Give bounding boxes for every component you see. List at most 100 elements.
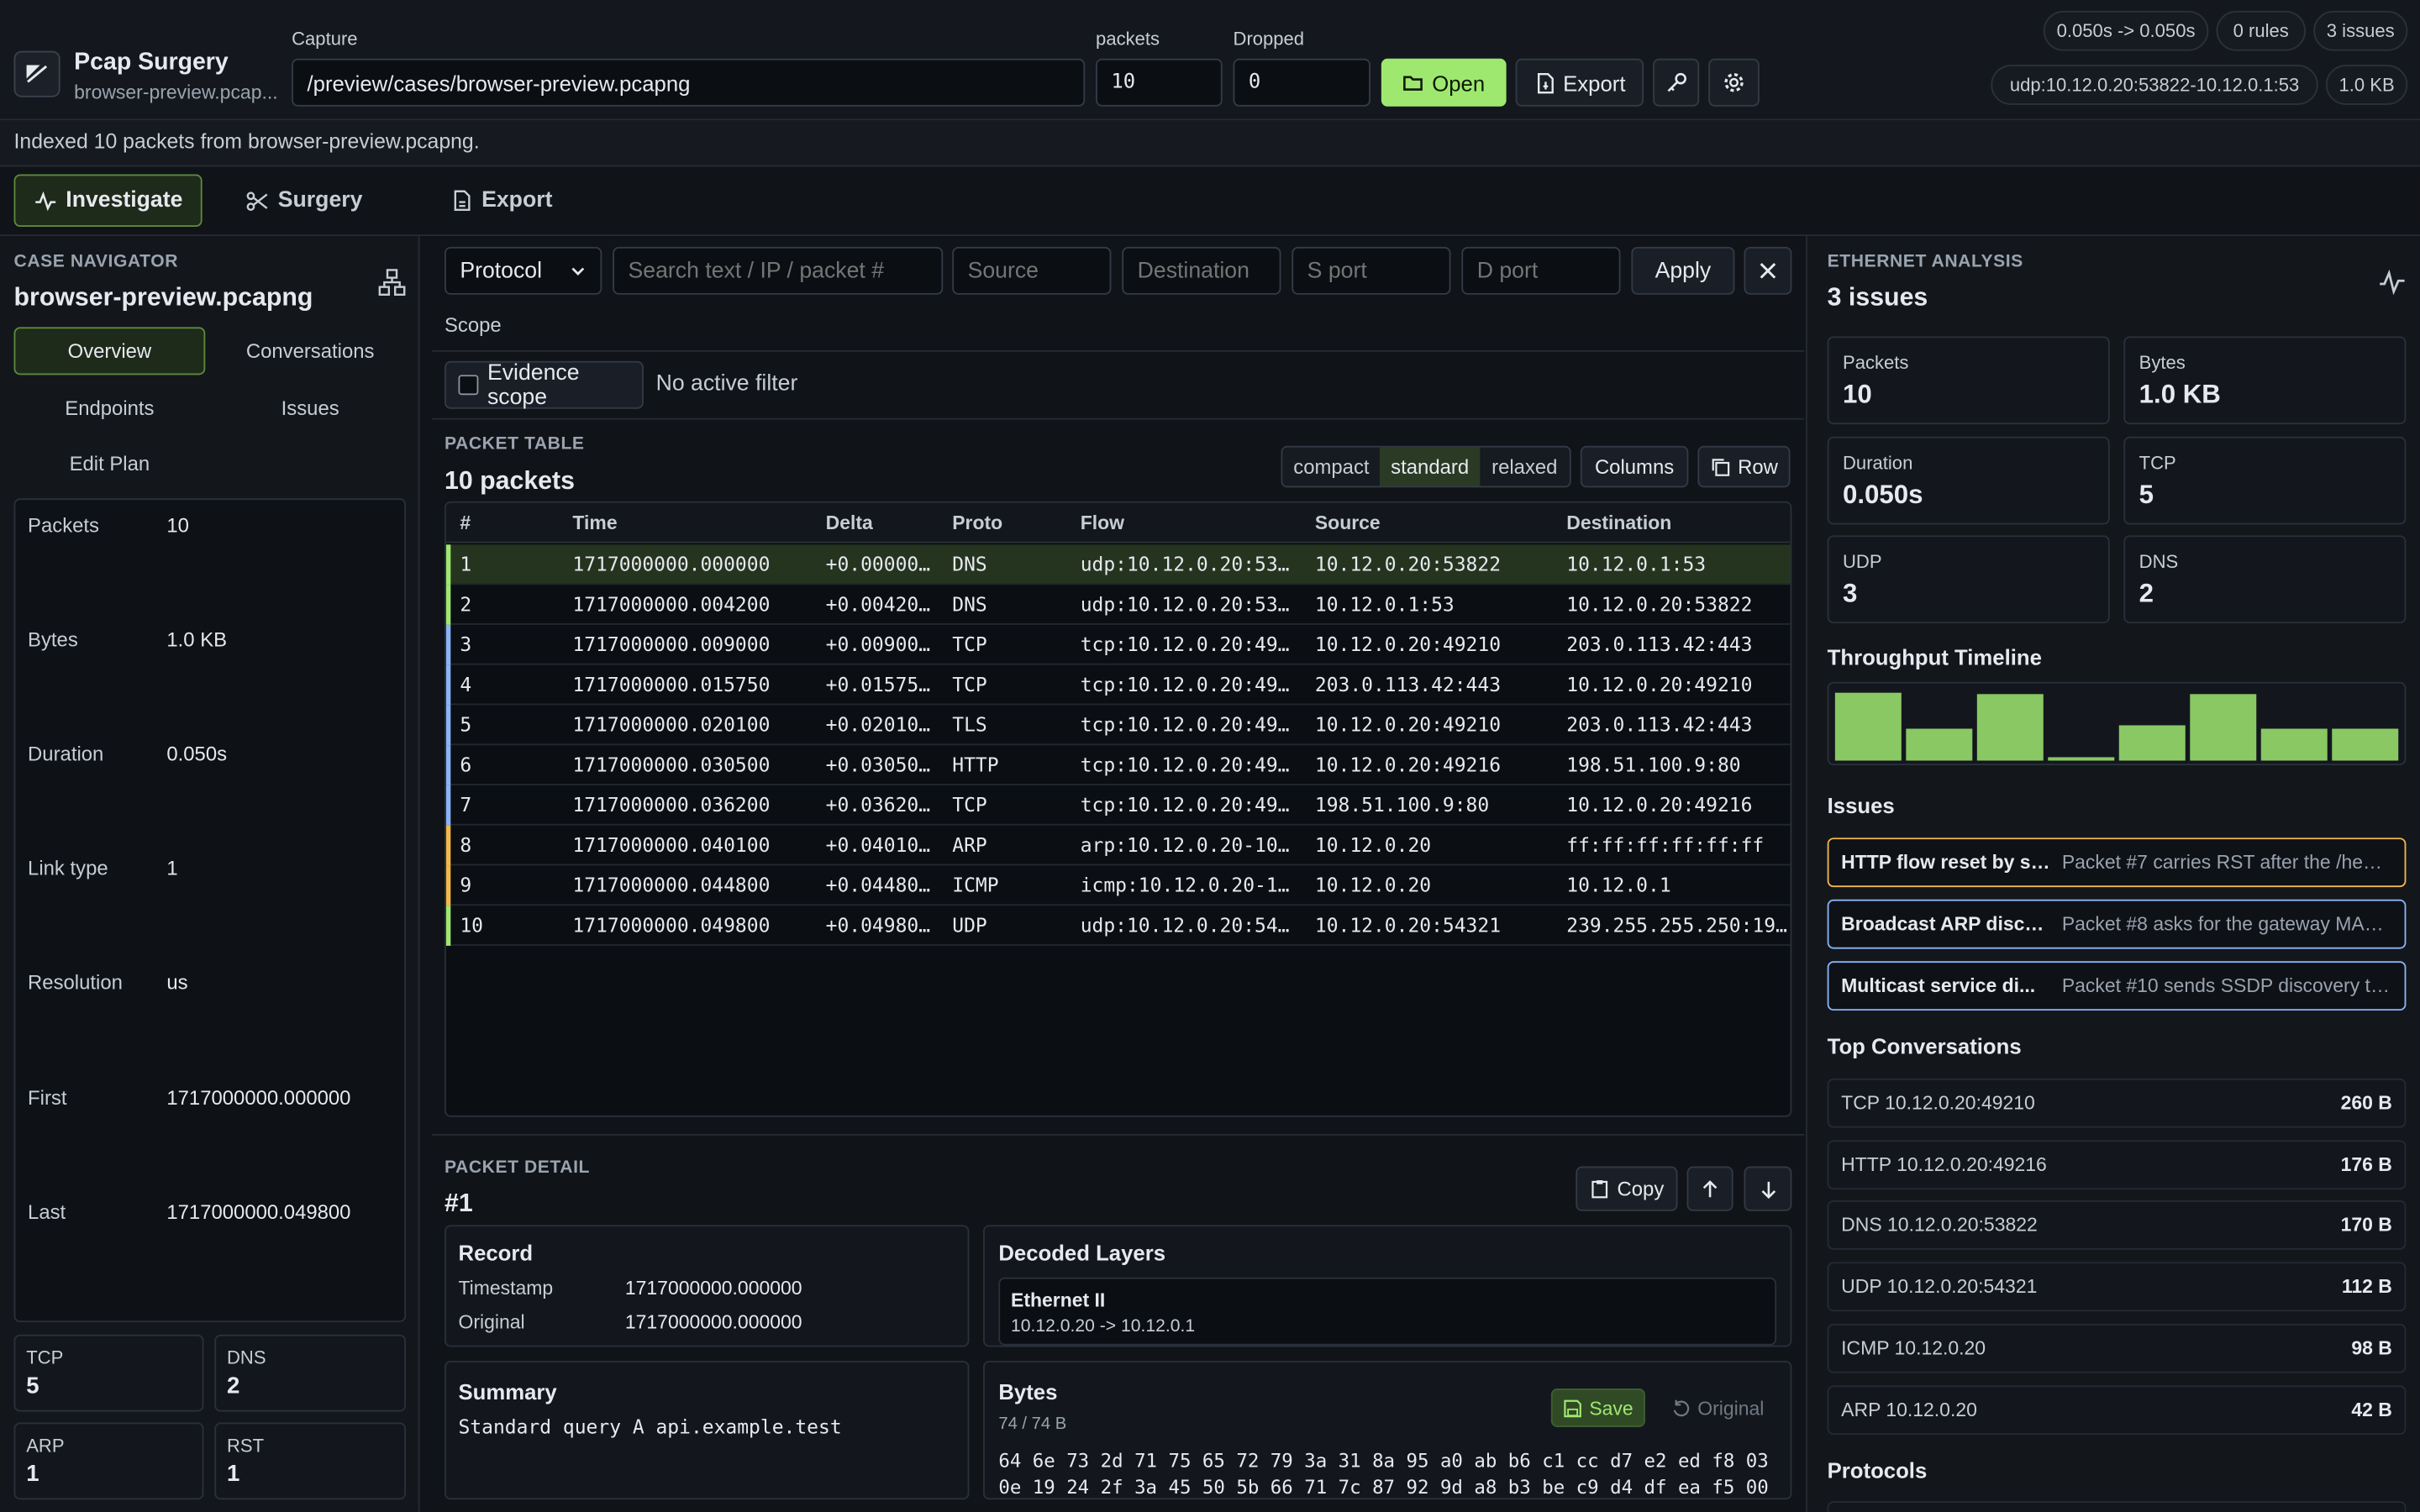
timeline-title: Throughput Timeline bbox=[1827, 644, 2042, 670]
nav-endpoints[interactable]: Endpoints bbox=[14, 384, 206, 432]
nav-overview[interactable]: Overview bbox=[13, 327, 206, 375]
dropped-input[interactable]: 0 bbox=[1233, 58, 1370, 107]
stat-value: 2 bbox=[2139, 578, 2154, 608]
table-row[interactable]: 9 1717000000.044800 +0.04480... ICMP icmp:10… bbox=[445, 865, 1791, 906]
cell-delta: +0.03050... bbox=[825, 753, 937, 776]
table-row[interactable]: 1 1717000000.000000 +0.00000... DNS udp:10.1… bbox=[445, 544, 1791, 585]
save-bytes-label: Save bbox=[1589, 1397, 1634, 1419]
original-bytes-button[interactable]: Original bbox=[1656, 1389, 1780, 1427]
next-packet-button[interactable] bbox=[1744, 1166, 1792, 1211]
export-button[interactable]: Export bbox=[1515, 58, 1644, 107]
table-row[interactable]: 7 1717000000.036200 +0.03620... TCP tcp:10.1… bbox=[445, 785, 1791, 826]
col-delta[interactable]: Delta bbox=[826, 503, 873, 543]
nav-conversations[interactable]: Conversations bbox=[214, 327, 406, 375]
status-message: Indexed 10 packets from browser-preview.… bbox=[13, 129, 480, 153]
conversation-item[interactable]: TCP 10.12.0.20:49210 260 B bbox=[1827, 1078, 2407, 1128]
previous-packet-button[interactable] bbox=[1686, 1166, 1733, 1211]
conversation-item[interactable]: UDP 10.12.0.20:54321 112 B bbox=[1827, 1262, 2407, 1312]
counter-value: 1 bbox=[226, 1461, 240, 1488]
cell-flow: tcp:10.12.0.20:492... bbox=[1080, 793, 1300, 816]
evidence-scope-toggle[interactable]: Evidence scope bbox=[444, 360, 644, 410]
nav-edit-plan[interactable]: Edit Plan bbox=[14, 439, 206, 487]
topology-icon[interactable] bbox=[378, 269, 406, 297]
destination-port-input[interactable] bbox=[1461, 246, 1621, 295]
timeline-bar bbox=[1906, 728, 1973, 761]
col-time[interactable]: Time bbox=[572, 503, 617, 543]
settings-button[interactable] bbox=[1708, 58, 1760, 107]
table-row[interactable]: 5 1717000000.020100 +0.02010... TLS tcp:10.1… bbox=[445, 705, 1791, 746]
conversation-bytes: 170 B bbox=[2340, 1214, 2392, 1236]
app-subtitle: browser-preview.pcap... bbox=[74, 81, 278, 104]
destination-input[interactable] bbox=[1122, 246, 1281, 295]
counter-value: 5 bbox=[26, 1373, 39, 1399]
conversation-item[interactable]: ICMP 10.12.0.20 98 B bbox=[1827, 1323, 2407, 1373]
col-destination[interactable]: Destination bbox=[1566, 503, 1671, 543]
analysis-activity-icon[interactable] bbox=[2378, 269, 2406, 297]
search-input[interactable] bbox=[613, 246, 944, 295]
table-row[interactable]: 2 1717000000.004200 +0.00420... DNS udp:10.1… bbox=[445, 585, 1791, 625]
table-row[interactable]: 10 1717000000.049800 +0.04980... UDP udp:10.… bbox=[445, 906, 1791, 946]
flow-chip: udp:10.12.0.20:53822-10.12.0.1:53 bbox=[1991, 65, 2318, 105]
cell-time: 1717000000.049800 bbox=[572, 913, 771, 937]
density-compact[interactable]: compact bbox=[1282, 448, 1380, 486]
cell-number: 9 bbox=[460, 873, 472, 897]
nav-issues[interactable]: Issues bbox=[214, 384, 406, 432]
packet-table-section-label: PACKET TABLE bbox=[444, 434, 585, 454]
tab-surgery[interactable]: Surgery bbox=[225, 175, 382, 227]
tab-export[interactable]: Export bbox=[432, 175, 571, 227]
layer-value: 10.12.0.20 -> 10.12.0.1 bbox=[1011, 1317, 1196, 1336]
issue-item[interactable]: Multicast service di... Packet #10 sends … bbox=[1827, 961, 2407, 1011]
source-port-input[interactable] bbox=[1292, 246, 1451, 295]
col-source[interactable]: Source bbox=[1315, 503, 1381, 543]
copy-packet-button[interactable]: Copy bbox=[1576, 1166, 1678, 1211]
columns-button[interactable]: Columns bbox=[1580, 445, 1689, 488]
cell-delta: +0.00420... bbox=[825, 592, 937, 616]
open-button[interactable]: Open bbox=[1381, 58, 1507, 107]
col-number[interactable]: # bbox=[460, 503, 471, 543]
issue-item[interactable]: Broadcast ARP discov... Packet #8 asks fo… bbox=[1827, 899, 2407, 949]
conversation-name: ICMP 10.12.0.20 bbox=[1841, 1337, 1986, 1360]
evidence-scope-checkbox[interactable] bbox=[458, 375, 478, 396]
apply-button[interactable]: Apply bbox=[1631, 246, 1735, 295]
table-row[interactable]: 4 1717000000.015750 +0.01575... TCP tcp:10.1… bbox=[445, 664, 1791, 706]
density-relaxed[interactable]: relaxed bbox=[1480, 448, 1570, 486]
app-logo-icon bbox=[13, 50, 60, 97]
conversation-item[interactable]: ARP 10.12.0.20 42 B bbox=[1827, 1385, 2407, 1436]
stat-value: 3 bbox=[1843, 578, 1858, 608]
clear-filter-button[interactable] bbox=[1744, 246, 1792, 295]
table-row[interactable]: 6 1717000000.030500 +0.03050... HTTP tcp:10.… bbox=[445, 745, 1791, 785]
capture-path-input[interactable]: /preview/cases/browser-preview.pcapng bbox=[292, 58, 1086, 107]
density-toggle: compact standard relaxed bbox=[1281, 445, 1571, 488]
cell-number: 10 bbox=[460, 913, 484, 937]
summary-title: Summary bbox=[458, 1379, 557, 1404]
layer-ethernet[interactable]: Ethernet II 10.12.0.20 -> 10.12.0.1 bbox=[998, 1277, 1777, 1346]
stat-key: Duration bbox=[1843, 452, 1913, 474]
cell-delta: +0.02010... bbox=[825, 712, 937, 737]
table-row[interactable]: 8 1717000000.040100 +0.04010... ARP arp:10.1… bbox=[445, 825, 1791, 866]
bytes-count: 74 / 74 B bbox=[998, 1415, 1067, 1434]
col-flow[interactable]: Flow bbox=[1081, 503, 1124, 543]
conversation-name: HTTP 10.12.0.20:49216 bbox=[1841, 1153, 2047, 1176]
export-button-label: Export bbox=[1563, 70, 1626, 95]
protocol-select[interactable]: Protocol bbox=[444, 246, 602, 295]
cell-flow: arp:10.12.0.20-10... bbox=[1080, 832, 1300, 857]
stat-value: 0.050s bbox=[1843, 480, 1923, 510]
cell-time: 1717000000.044800 bbox=[572, 873, 771, 897]
conversation-item[interactable]: DNS 10.12.0.20:53822 170 B bbox=[1827, 1200, 2407, 1250]
density-standard[interactable]: standard bbox=[1380, 447, 1480, 486]
stat-key: TCP bbox=[2139, 452, 2176, 474]
row-button[interactable]: Row bbox=[1697, 445, 1791, 488]
cell-flow: udp:10.12.0.20:543... bbox=[1080, 913, 1300, 937]
conversation-item[interactable]: HTTP 10.12.0.20:49216 176 B bbox=[1827, 1140, 2407, 1190]
tab-investigate[interactable]: Investigate bbox=[13, 174, 203, 227]
stat-key: Bytes bbox=[2139, 351, 2186, 374]
source-input[interactable] bbox=[952, 246, 1112, 295]
col-proto[interactable]: Proto bbox=[952, 503, 1002, 543]
issue-item[interactable]: HTTP flow reset by se... Packet #7 carrie… bbox=[1827, 837, 2407, 888]
packets-input[interactable]: 10 bbox=[1096, 58, 1223, 107]
save-bytes-button[interactable]: Save bbox=[1550, 1389, 1645, 1427]
issues-title: Issues bbox=[1827, 793, 1895, 818]
key-button[interactable] bbox=[1653, 58, 1700, 107]
table-row[interactable]: 3 1717000000.009000 +0.00900... TCP tcp:10.1… bbox=[445, 624, 1791, 665]
copy-packet-label: Copy bbox=[1617, 1177, 1665, 1200]
